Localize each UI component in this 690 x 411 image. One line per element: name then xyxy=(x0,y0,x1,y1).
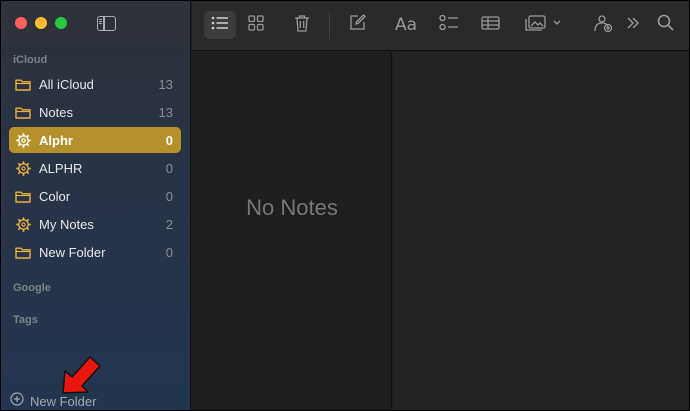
zoom-window-button[interactable] xyxy=(55,17,67,29)
format-button[interactable]: Aa xyxy=(391,11,421,39)
sidebar-item-count: 0 xyxy=(165,132,173,148)
format-icon: Aa xyxy=(394,15,418,35)
sidebar-item-label: Notes xyxy=(39,104,73,120)
window-controls xyxy=(15,17,67,29)
minimize-window-button[interactable] xyxy=(35,17,47,29)
collaborate-button[interactable] xyxy=(590,11,616,39)
collaborate-icon xyxy=(593,14,613,37)
more-toolbar-button[interactable] xyxy=(622,11,644,39)
sidebar-toggle-icon[interactable] xyxy=(97,16,116,31)
sidebar-item-count: 2 xyxy=(165,216,173,232)
list-view-icon xyxy=(211,16,229,35)
close-window-button[interactable] xyxy=(15,17,27,29)
sidebar-item-label: ALPHR xyxy=(39,160,83,176)
sidebar-item-my-notes[interactable]: My Notes 2 xyxy=(9,211,181,237)
sidebar-item-label: Color xyxy=(39,188,71,204)
sidebar-item-all-icloud[interactable]: All iCloud 13 xyxy=(9,71,181,97)
sidebar-item-new-folder[interactable]: New Folder 0 xyxy=(9,239,181,265)
gallery-view-icon xyxy=(248,14,264,36)
sidebar-item-count: 0 xyxy=(165,160,173,176)
folder-icon xyxy=(15,245,31,259)
gear-icon xyxy=(15,216,31,232)
folder-icon xyxy=(15,105,31,119)
new-note-button[interactable] xyxy=(343,11,371,39)
note-editor[interactable] xyxy=(393,52,689,410)
more-icon xyxy=(626,16,640,35)
toolbar-divider xyxy=(329,13,330,39)
sidebar-item-label: All iCloud xyxy=(39,76,94,92)
section-title-icloud: iCloud xyxy=(13,54,48,66)
trash-icon xyxy=(294,14,310,37)
compose-icon xyxy=(349,14,366,36)
sidebar-item-alphr-caps[interactable]: ALPHR 0 xyxy=(9,155,181,181)
folder-icon xyxy=(15,77,31,91)
section-title-tags[interactable]: Tags xyxy=(13,314,38,326)
sidebar-item-count: 0 xyxy=(165,244,173,260)
annotation-arrow-icon xyxy=(57,347,107,402)
sidebar-item-count: 13 xyxy=(158,104,173,120)
sidebar-item-count: 0 xyxy=(165,188,173,204)
sidebar-item-alphr[interactable]: Alphr 0 xyxy=(9,127,181,153)
notes-window: iCloud All iCloud 13 Notes 13 Alphr 0 AL… xyxy=(0,0,690,411)
table-button[interactable] xyxy=(476,11,504,39)
folder-icon xyxy=(15,189,31,203)
plus-circle-icon xyxy=(10,392,24,410)
delete-button[interactable] xyxy=(288,11,316,39)
gear-icon xyxy=(15,160,31,176)
table-icon xyxy=(480,15,500,35)
sidebar-item-label: New Folder xyxy=(39,244,106,260)
sidebar-item-count: 13 xyxy=(158,76,173,92)
sidebar: iCloud All iCloud 13 Notes 13 Alphr 0 AL… xyxy=(1,1,191,410)
checklist-icon xyxy=(439,14,459,37)
sidebar-item-color[interactable]: Color 0 xyxy=(9,183,181,209)
list-view-button[interactable] xyxy=(204,11,236,39)
checklist-button[interactable] xyxy=(435,11,463,39)
empty-state-text: No Notes xyxy=(246,195,338,220)
media-button[interactable] xyxy=(522,11,564,39)
media-icon xyxy=(525,14,561,36)
sidebar-item-label: My Notes xyxy=(39,216,94,232)
toolbar: Aa xyxy=(192,1,689,51)
sidebar-item-notes[interactable]: Notes 13 xyxy=(9,99,181,125)
search-button[interactable] xyxy=(652,11,678,39)
search-icon xyxy=(657,14,674,36)
gallery-view-button[interactable] xyxy=(242,11,270,39)
section-title-google[interactable]: Google xyxy=(13,282,51,294)
gear-icon xyxy=(15,132,31,148)
note-list[interactable]: No Notes xyxy=(192,52,392,410)
sidebar-item-label: Alphr xyxy=(39,132,73,148)
